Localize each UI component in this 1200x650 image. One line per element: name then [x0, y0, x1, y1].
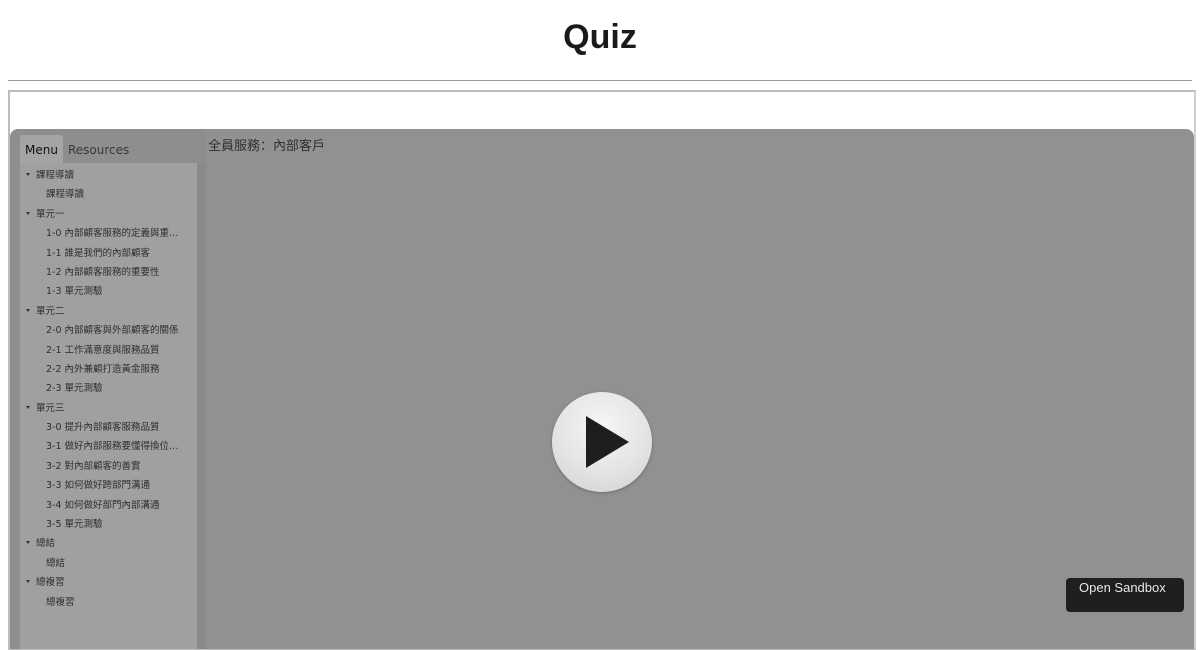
menu-item[interactable]: 2-0 內部顧客與外部顧客的關係: [20, 321, 197, 340]
menu-list: 課程導讀 課程導讀 單元一 1-0 內部顧客服務的定義與重… 1-1 誰是我們的內部顧客…: [20, 163, 197, 612]
menu-item[interactable]: 1-1 誰是我們的內部顧客: [20, 244, 197, 263]
tab-menu[interactable]: Menu: [20, 135, 63, 163]
menu-section[interactable]: 單元一: [20, 205, 197, 224]
menu-item[interactable]: 總複習: [20, 593, 197, 612]
menu-item[interactable]: 1-2 內部顧客服務的重要性: [20, 263, 197, 282]
menu-item[interactable]: 1-0 內部顧客服務的定義與重…: [20, 224, 197, 243]
menu-item[interactable]: 3-5 單元測驗: [20, 515, 197, 534]
menu-item[interactable]: 2-3 單元測驗: [20, 379, 197, 398]
menu-section-label: 單元一: [36, 208, 65, 220]
menu-section-label: 單元三: [36, 402, 65, 414]
caret-down-icon: [26, 173, 30, 176]
caret-down-icon: [26, 211, 30, 215]
menu-item[interactable]: 3-1 做好內部服務要懂得換位…: [20, 437, 197, 456]
menu-item[interactable]: 3-0 提升內部顧客服務品質: [20, 418, 197, 437]
menu-item[interactable]: 3-4 如何做好部門內部溝通: [20, 496, 197, 515]
slide-title: 全員服務：內部客戶: [208, 139, 326, 154]
menu-section[interactable]: 總結: [20, 534, 197, 553]
menu-section[interactable]: 單元二: [20, 302, 197, 321]
menu-section[interactable]: 課程導讀: [20, 166, 197, 185]
page-title: Quiz: [563, 18, 637, 56]
menu-panel: 課程導讀 課程導讀 單元一 1-0 內部顧客服務的定義與重… 1-1 誰是我們的內部顧客…: [20, 163, 197, 649]
caret-down-icon: [26, 580, 30, 584]
menu-item[interactable]: 2-2 內外兼顧打造黃金服務: [20, 360, 197, 379]
caret-down-icon: [26, 405, 30, 409]
play-button[interactable]: [552, 392, 652, 492]
menu-item[interactable]: 3-2 對內部顧客的善實: [20, 457, 197, 476]
caret-down-icon: [26, 541, 30, 545]
menu-item[interactable]: 3-3 如何做好跨部門溝通: [20, 476, 197, 495]
menu-item[interactable]: 總結: [20, 554, 197, 573]
play-icon: [586, 416, 629, 468]
tab-resources[interactable]: Resources: [63, 135, 134, 163]
menu-section-label: 總複習: [36, 577, 65, 589]
title-divider: [8, 80, 1192, 81]
course-player: Menu Resources 課程導讀 課程導讀 單元一 1-0 內部顧客服務的定義與…: [10, 129, 1194, 649]
sidebar-tabs: Menu Resources: [20, 135, 134, 163]
menu-section-label: 課程導讀: [36, 170, 75, 181]
open-sandbox-button[interactable]: Open Sandbox: [1066, 578, 1184, 612]
menu-scrollbar[interactable]: [197, 163, 206, 649]
menu-section-label: 單元二: [36, 305, 65, 317]
menu-item[interactable]: 2-1 工作滿意度與服務品質: [20, 341, 197, 360]
menu-item[interactable]: 課程導讀: [20, 185, 197, 204]
menu-item[interactable]: 1-3 單元測驗: [20, 282, 197, 301]
menu-section-label: 總結: [36, 538, 56, 550]
menu-section[interactable]: 單元三: [20, 399, 197, 418]
menu-section[interactable]: 總複習: [20, 573, 197, 592]
caret-down-icon: [26, 308, 30, 312]
player-sidebar: Menu Resources 課程導讀 課程導讀 單元一 1-0 內部顧客服務的定義與…: [10, 129, 206, 649]
